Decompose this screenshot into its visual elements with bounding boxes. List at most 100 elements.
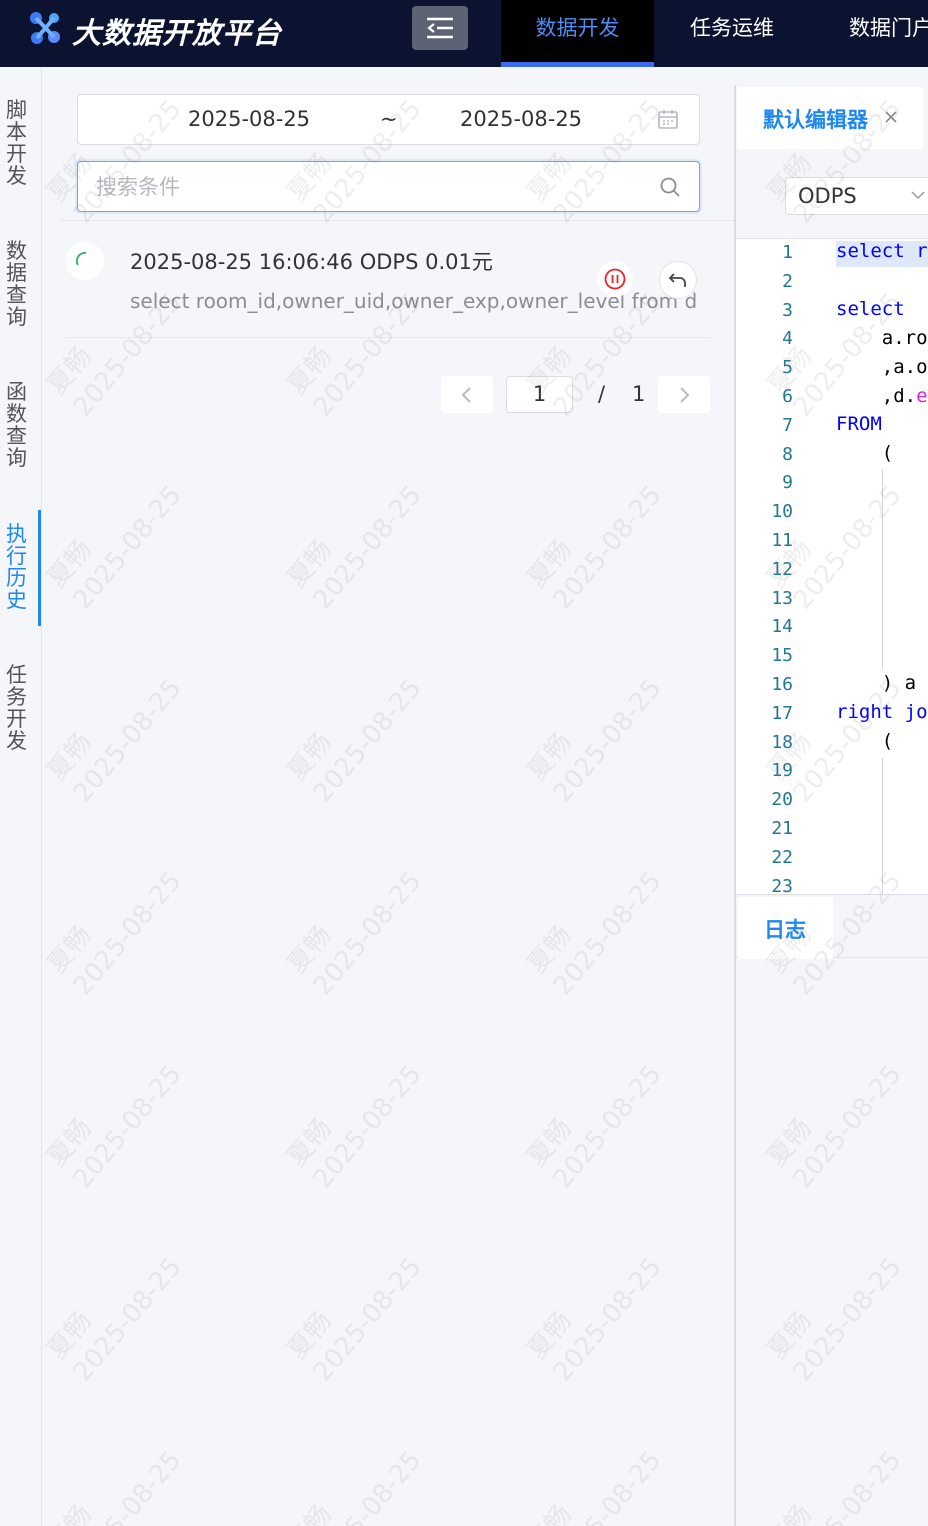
nav-data-development[interactable]: 数据开发 (501, 0, 654, 67)
search-box (77, 161, 700, 212)
search-icon[interactable] (658, 175, 682, 199)
pager-separator: / (598, 382, 606, 406)
app-title: 大数据开放平台 (72, 16, 283, 50)
line-number: 23 (771, 875, 793, 894)
watermark: 夏畅2025-08-25 (521, 1059, 668, 1195)
line-number-gutter: 1 2 3 4 5 6 7 8 9 10 11 12 13 14 15 16 17 18 19 20 21 22 23 (736, 239, 808, 894)
menu-toggle-button[interactable] (412, 6, 468, 50)
reuse-button[interactable] (659, 261, 697, 299)
line-number: 19 (771, 760, 793, 782)
chevron-right-icon (680, 386, 690, 403)
nav-task-ops[interactable]: 任务运维 (672, 0, 792, 67)
engine-select[interactable]: ODPS (785, 177, 928, 215)
watermark: 夏畅2025-08-25 (41, 480, 188, 616)
code-line-3: select (836, 298, 905, 320)
logo-icon (30, 12, 60, 44)
watermark: 夏畅2025-08-25 (41, 1059, 188, 1195)
line-number: 14 (771, 616, 793, 638)
stop-icon (604, 268, 626, 290)
side-tab-exec-history[interactable]: 执行历史 (6, 523, 30, 611)
watermark: 夏畅2025-08-25 (761, 1252, 908, 1388)
code-line-6: ,d.e (836, 385, 928, 407)
line-number: 1 (782, 242, 793, 263)
code-line-4: a.ro (836, 327, 928, 349)
pager-next-button[interactable] (658, 376, 710, 413)
calendar-icon (658, 110, 678, 129)
date-separator: ~ (380, 107, 398, 131)
watermark: 夏畅2025-08-25 (762, 1445, 908, 1526)
code-line-16: ) a (836, 672, 917, 694)
date-range-picker[interactable]: 2025-08-25 ~ 2025-08-25 (77, 94, 700, 145)
watermark: 夏畅2025-08-25 (281, 1252, 428, 1388)
watermark: 夏畅2025-08-25 (521, 1252, 668, 1388)
watermark: 夏畅2025-08-25 (282, 1445, 428, 1526)
line-number: 5 (782, 357, 793, 379)
line-number: 17 (771, 702, 793, 724)
pager-total: 1 (632, 382, 646, 406)
line-number: 2 (782, 270, 793, 292)
watermark: 夏畅2025-08-25 (521, 866, 668, 1002)
side-tab-script-dev[interactable]: 脚本开发 (6, 99, 30, 187)
pager-current-input[interactable]: 1 (506, 376, 573, 413)
line-number: 13 (771, 587, 793, 609)
code-line-17: right jo (836, 701, 928, 723)
line-number: 4 (782, 328, 793, 350)
line-number: 3 (782, 299, 793, 321)
watermark: 夏畅2025-08-25 (521, 673, 668, 809)
running-spinner-icon (66, 242, 104, 280)
line-number: 7 (782, 414, 793, 436)
code-line-1: select r (836, 240, 928, 262)
watermark: 夏畅2025-08-25 (42, 1445, 188, 1526)
side-tab-task-dev[interactable]: 任务开发 (6, 664, 30, 752)
date-end[interactable]: 2025-08-25 (460, 107, 582, 131)
nav-data-portal[interactable]: 数据门户 (826, 0, 928, 67)
line-number: 11 (771, 530, 793, 551)
line-number: 18 (771, 731, 793, 753)
tab-log[interactable]: 日志 (738, 897, 833, 959)
stop-button[interactable] (597, 261, 633, 297)
watermark: 夏畅2025-08-25 (281, 866, 428, 1002)
watermark: 夏畅2025-08-25 (41, 866, 188, 1002)
line-number: 9 (782, 472, 793, 494)
side-tab-data-query[interactable]: 数据查询 (6, 240, 30, 328)
code-editor[interactable]: 1 2 3 4 5 6 7 8 9 10 11 12 13 14 15 16 17 18 19 20 21 22 23 se… (736, 238, 928, 894)
line-number: 12 (771, 558, 793, 580)
line-number: 8 (782, 443, 793, 465)
history-item[interactable]: 2025-08-25 16:06:46 ODPS 0.01元 select ro… (66, 222, 710, 338)
line-number: 6 (782, 386, 793, 407)
chevron-down-icon (911, 191, 925, 200)
active-tab-indicator (38, 510, 41, 626)
watermark: 夏畅2025-08-25 (522, 1445, 668, 1526)
line-number: 16 (771, 674, 793, 695)
code-line-18: ( (836, 730, 894, 752)
close-icon[interactable] (883, 109, 899, 125)
line-number: 22 (771, 846, 793, 868)
search-input[interactable] (96, 172, 636, 202)
watermark: 夏畅2025-08-25 (281, 673, 428, 809)
indent-guide (882, 469, 883, 669)
watermark: 夏畅2025-08-25 (41, 673, 188, 809)
editor-tab-label: 默认编辑器 (763, 108, 868, 132)
list-divider (60, 220, 734, 221)
line-number: 10 (771, 501, 793, 523)
history-item-title: 2025-08-25 16:06:46 ODPS 0.01元 (130, 250, 493, 274)
pager-prev-button[interactable] (441, 376, 493, 413)
watermark: 夏畅2025-08-25 (761, 1059, 908, 1195)
watermark: 夏畅2025-08-25 (41, 1252, 188, 1388)
chevron-left-icon (461, 386, 471, 403)
side-tab-function-query[interactable]: 函数查询 (6, 381, 30, 469)
code-line-7: FROM (836, 413, 882, 435)
watermark: 夏畅2025-08-25 (521, 480, 668, 616)
code-line-5: ,a.o (836, 356, 928, 378)
editor-tab[interactable]: 默认编辑器 (737, 87, 923, 149)
engine-select-value: ODPS (798, 184, 857, 208)
line-number: 20 (771, 789, 793, 811)
watermark: 夏畅2025-08-25 (281, 1059, 428, 1195)
line-number: 21 (771, 818, 793, 839)
code-line-8: ( (836, 442, 894, 464)
menu-fold-icon (427, 17, 453, 39)
watermark: 夏畅2025-08-25 (281, 480, 428, 616)
side-tabs: 脚本开发 数据查询 函数查询 执行历史 任务开发 (0, 67, 42, 1526)
date-start[interactable]: 2025-08-25 (188, 107, 310, 131)
undo-icon (668, 273, 686, 287)
